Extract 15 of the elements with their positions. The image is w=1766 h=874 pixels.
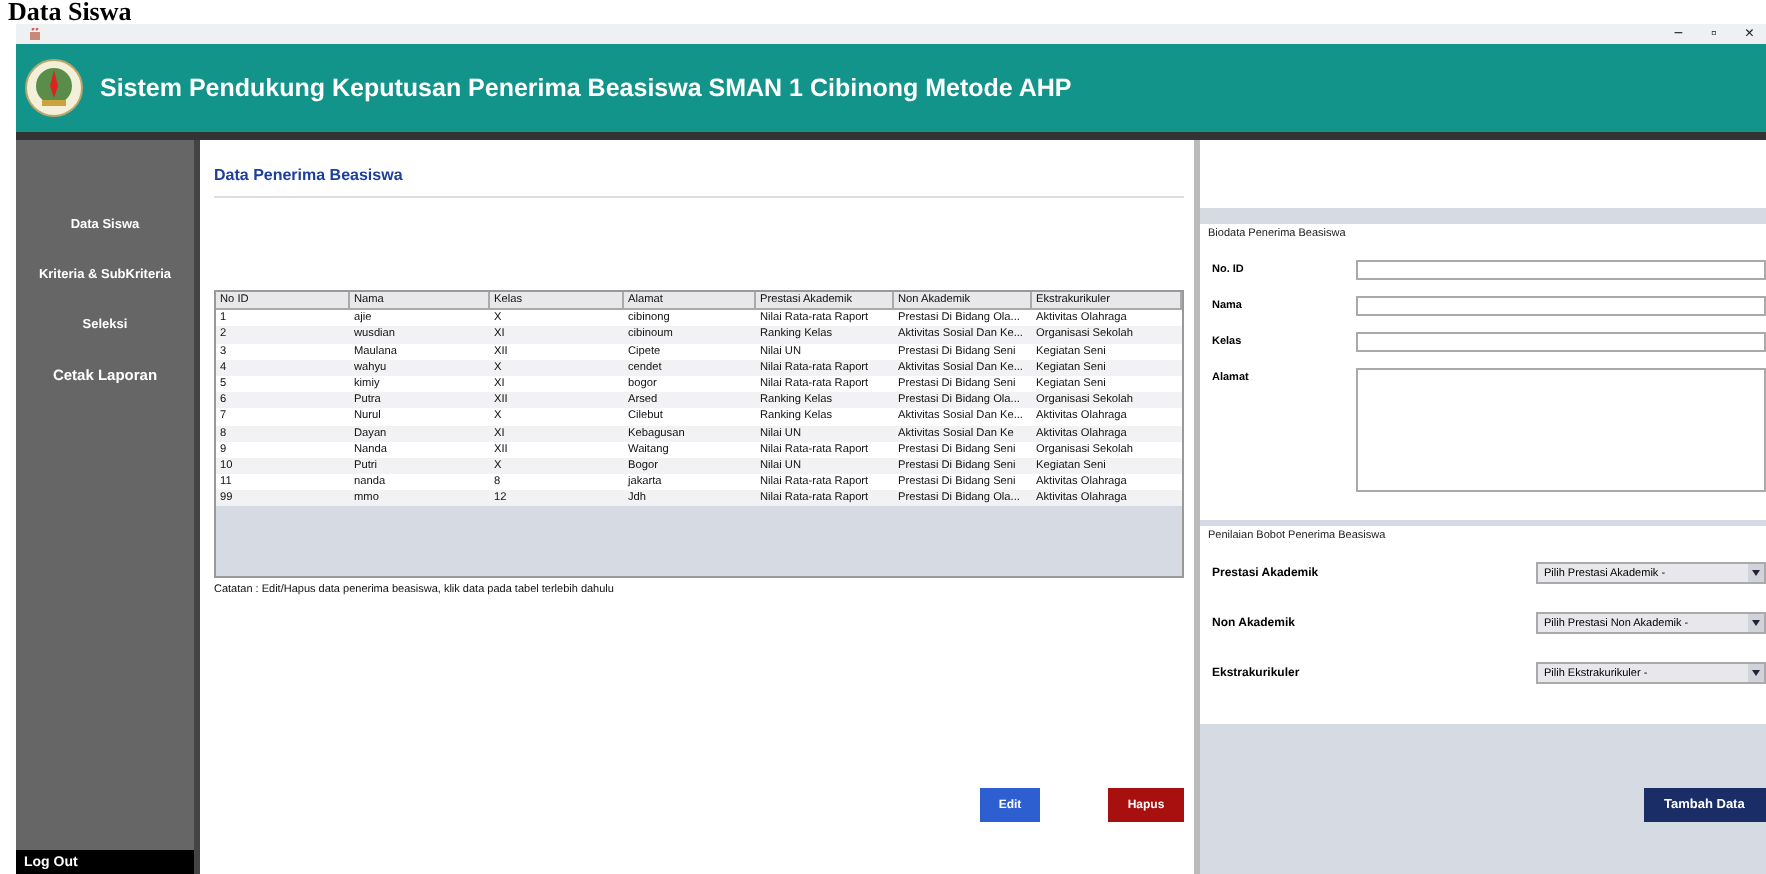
- input-field[interactable]: [1356, 260, 1766, 280]
- coffee-cup-icon: [28, 27, 44, 41]
- app-title: Sistem Pendukung Keputusan Penerima Beasiswa SMAN 1 Cibinong Metode AHP: [100, 74, 1072, 102]
- dropdown-arrow-icon[interactable]: [1748, 664, 1764, 682]
- text-area[interactable]: [1356, 368, 1766, 492]
- dropdown-arrow-icon[interactable]: [1748, 614, 1764, 632]
- dropdown-arrow-icon[interactable]: [1748, 564, 1764, 582]
- minimize-button[interactable]: −: [1673, 26, 1683, 42]
- input-field[interactable]: [1356, 296, 1766, 316]
- school-emblem-icon: [24, 58, 84, 118]
- caption-title: Data Siswa: [6, 0, 134, 24]
- section-title: Data Penerima Beasiswa: [214, 166, 1184, 198]
- input-field[interactable]: [1356, 332, 1766, 352]
- close-button[interactable]: ×: [1744, 26, 1754, 42]
- maximize-button[interactable]: ▫: [1710, 26, 1717, 42]
